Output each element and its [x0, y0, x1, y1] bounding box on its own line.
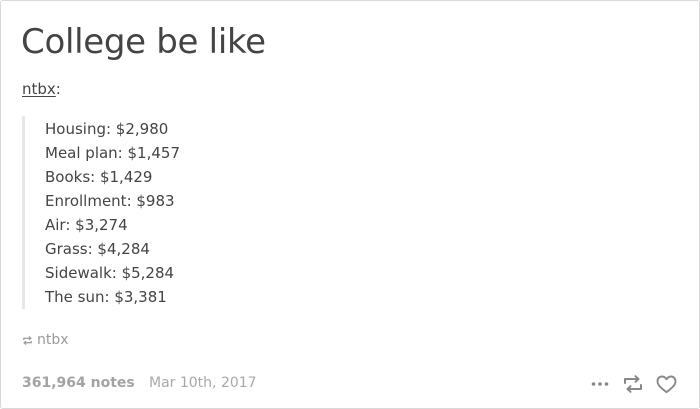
reblog-button[interactable]	[622, 373, 644, 395]
reblog-icon	[623, 375, 643, 393]
post-card: College be like ntbx: Housing: $2,980 Me…	[0, 0, 700, 409]
post-date[interactable]: Mar 10th, 2017	[149, 373, 257, 393]
more-icon	[591, 382, 609, 386]
post-title: College be like	[21, 22, 266, 62]
quote-line: The sun: $3,381	[45, 288, 167, 306]
quote-line: Grass: $4,284	[45, 240, 150, 258]
quote-line: Meal plan: $1,457	[45, 144, 180, 162]
quote-line: Sidewalk: $5,284	[45, 264, 175, 282]
like-button[interactable]	[655, 373, 677, 395]
notes-count[interactable]: 361,964 notes	[22, 373, 135, 393]
quote-line: Air: $3,274	[45, 216, 128, 234]
source-colon: :	[55, 80, 61, 98]
quote-line: Enrollment: $983	[45, 192, 175, 210]
post-actions	[589, 373, 677, 395]
heart-icon	[656, 375, 677, 394]
reblog-small-icon	[22, 335, 33, 346]
post-source: ntbx:	[22, 79, 61, 99]
source-username-link[interactable]: ntbx	[22, 80, 56, 98]
quote-line: Books: $1,429	[45, 168, 153, 186]
reblogged-from[interactable]: ntbx	[22, 330, 69, 350]
post-blockquote: Housing: $2,980 Meal plan: $1,457 Books:…	[22, 116, 345, 309]
more-button[interactable]	[589, 373, 611, 395]
reblogged-from-username: ntbx	[37, 332, 69, 348]
quote-line: Housing: $2,980	[45, 120, 169, 138]
